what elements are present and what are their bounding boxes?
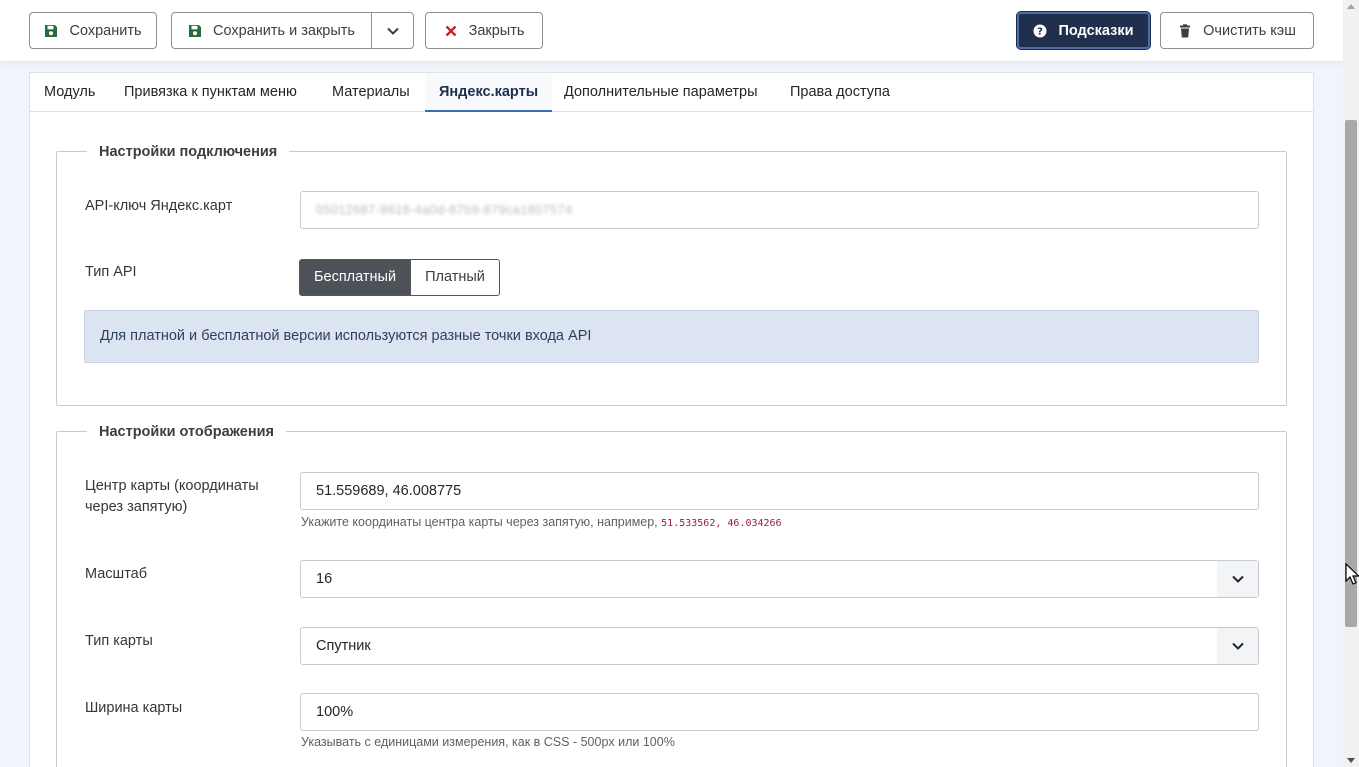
api-type-switcher: Бесплатный Платный — [299, 259, 500, 296]
svg-text:?: ? — [1038, 26, 1044, 37]
save-close-button[interactable]: Сохранить и закрыть — [171, 12, 372, 49]
api-key-label: API-ключ Яндекс.карт — [85, 198, 233, 214]
mouse-cursor-icon — [1345, 563, 1359, 585]
tab-bar: Модуль Привязка к пунктам меню Материалы… — [30, 73, 1313, 112]
clear-cache-button[interactable]: Очистить кэш — [1160, 12, 1314, 49]
scrollbar-thumb[interactable] — [1345, 120, 1357, 627]
scroll-down-arrow-icon[interactable] — [1347, 758, 1355, 763]
scroll-up-arrow-icon[interactable] — [1347, 4, 1355, 9]
api-info-alert: Для платной и бесплатной версии использу… — [84, 310, 1259, 363]
module-edit-panel: Модуль Привязка к пунктам меню Материалы… — [29, 72, 1314, 767]
map-type-select[interactable]: Спутник — [300, 627, 1259, 665]
tab-module[interactable]: Модуль — [30, 73, 109, 112]
save-options-dropdown[interactable] — [371, 12, 414, 49]
map-width-hint: Указывать с единицами измерения, как в C… — [301, 735, 675, 749]
map-type-value: Спутник — [316, 638, 371, 654]
map-center-hint-text: Укажите координаты центра карты через за… — [301, 515, 658, 529]
tab-permissions[interactable]: Права доступа — [776, 73, 904, 112]
page-scrollbar[interactable] — [1343, 0, 1359, 767]
zoom-select[interactable]: 16 — [300, 560, 1259, 598]
tab-materials[interactable]: Материалы — [318, 73, 424, 112]
map-center-input[interactable]: 51.559689, 46.008775 — [300, 472, 1259, 510]
toolbar: Сохранить Сохранить и закрыть Закрыть ? … — [0, 0, 1343, 61]
api-key-value: 05012687-9618-4a0d-87b9-879ca1807574 — [316, 203, 573, 217]
tab-menu-assignment[interactable]: Привязка к пунктам меню — [110, 73, 311, 112]
x-mark-icon — [445, 25, 456, 36]
save-button[interactable]: Сохранить — [29, 12, 157, 49]
zoom-label: Масштаб — [85, 566, 148, 582]
save-label: Сохранить — [69, 22, 142, 39]
connection-settings-group: Настройки подключения API-ключ Яндекс.ка… — [56, 142, 1287, 406]
map-width-label: Ширина карты — [85, 700, 183, 716]
api-type-free-option[interactable]: Бесплатный — [299, 259, 412, 296]
display-settings-legend: Настройки отображения — [87, 422, 286, 442]
trash-icon — [1180, 23, 1191, 37]
clear-cache-label: Очистить кэш — [1203, 22, 1296, 39]
api-type-paid-option[interactable]: Платный — [411, 259, 500, 296]
connection-settings-legend: Настройки подключения — [87, 142, 290, 162]
map-center-label: Центр карты (координаты через запятую) — [85, 478, 259, 515]
close-button[interactable]: Закрыть — [425, 12, 543, 49]
chevron-down-icon — [386, 27, 399, 35]
map-center-hint: Укажите координаты центра карты через за… — [301, 515, 782, 529]
floppy-disk-icon — [189, 24, 202, 37]
chevron-down-icon — [1217, 561, 1258, 597]
api-key-input[interactable]: 05012687-9618-4a0d-87b9-879ca1807574 — [300, 191, 1259, 229]
close-label: Закрыть — [468, 22, 525, 39]
floppy-disk-icon — [45, 24, 58, 37]
help-label: Подсказки — [1058, 22, 1134, 39]
map-center-hint-example: 51.533562, 46.034266 — [661, 518, 782, 529]
api-type-label: Тип API — [85, 264, 137, 280]
tab-yandex-maps[interactable]: Яндекс.карты — [425, 73, 553, 112]
chevron-down-icon — [1217, 628, 1258, 664]
display-settings-group: Настройки отображения Центр карты (коорд… — [56, 422, 1287, 767]
question-circle-icon: ? — [1033, 24, 1047, 37]
save-close-label: Сохранить и закрыть — [213, 22, 355, 39]
help-button[interactable]: ? Подсказки — [1017, 12, 1150, 49]
zoom-value: 16 — [316, 571, 333, 587]
map-type-label: Тип карты — [85, 633, 153, 649]
tab-advanced[interactable]: Дополнительные параметры — [550, 73, 772, 112]
map-width-input[interactable]: 100% — [300, 693, 1259, 731]
